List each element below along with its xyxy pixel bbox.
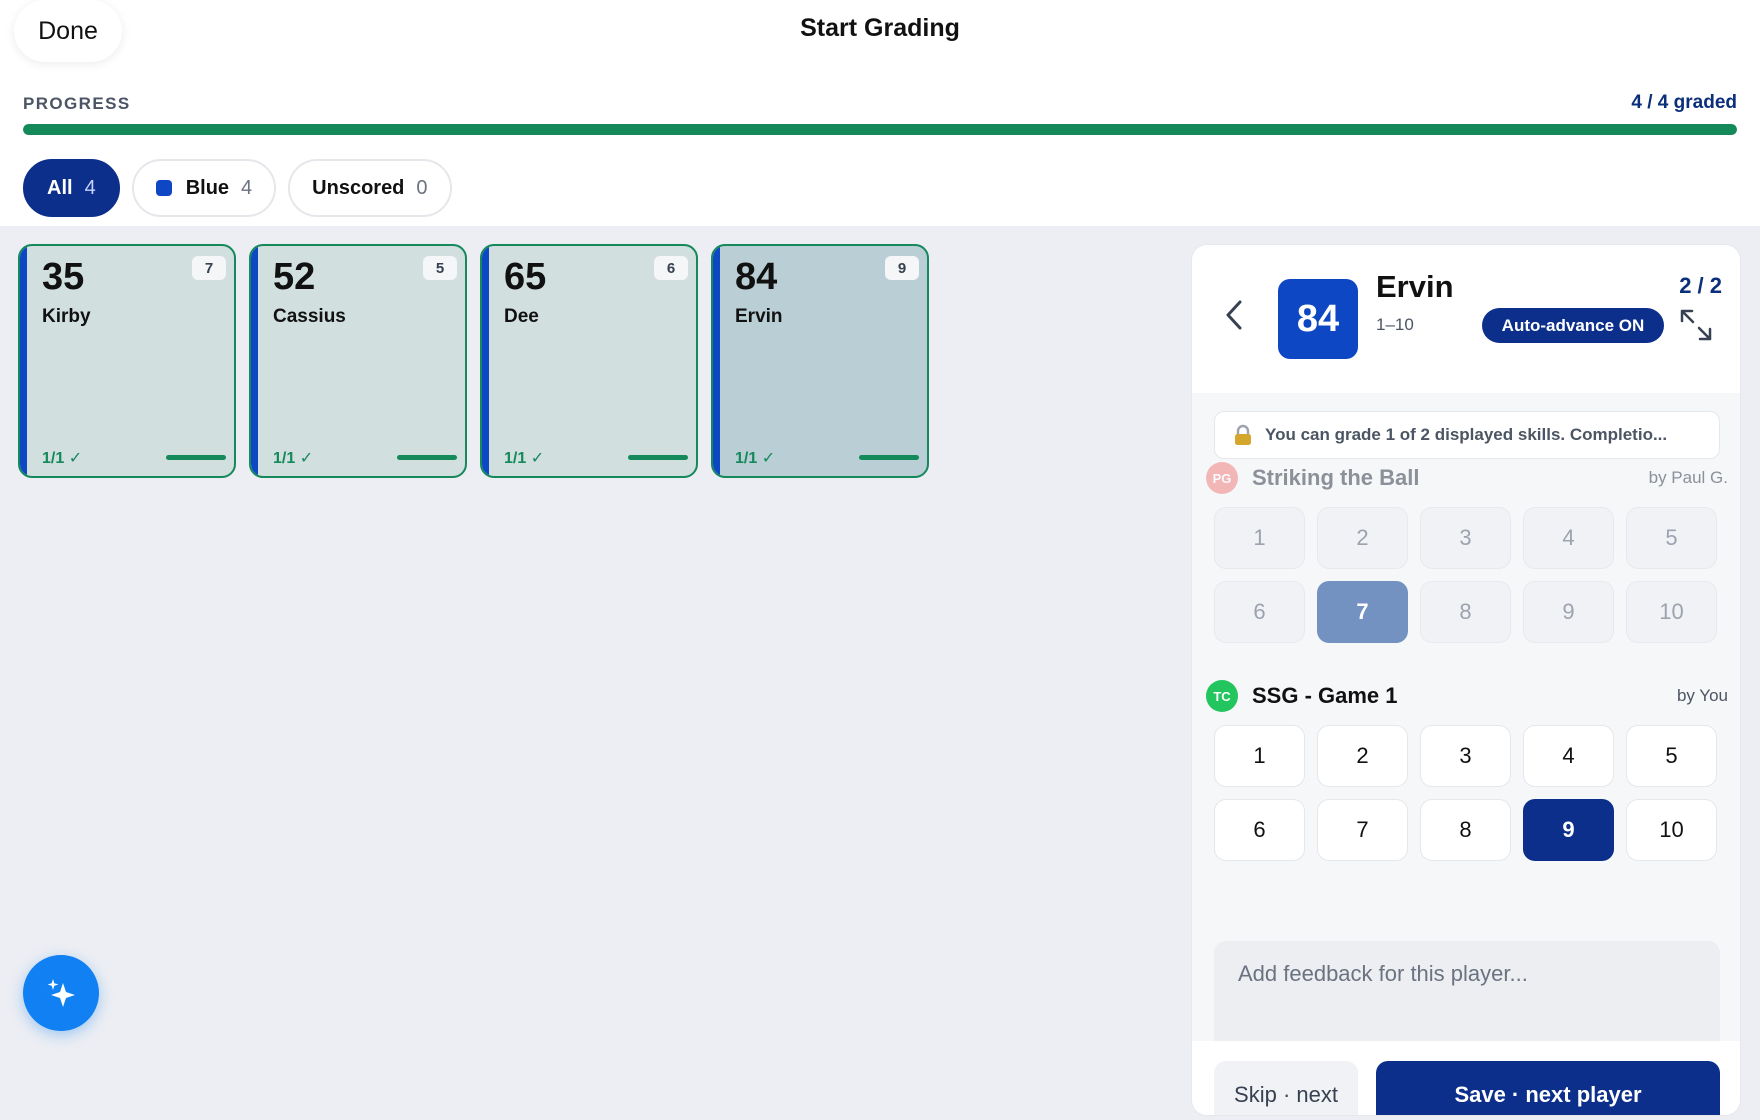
- score-button-1[interactable]: 1: [1214, 725, 1305, 787]
- score-button-2: 2: [1317, 507, 1408, 569]
- filter-all-chip[interactable]: All 4: [23, 159, 120, 217]
- skill-header-ssg: TC SSG - Game 1 by You: [1206, 679, 1728, 713]
- player-card-65[interactable]: 65 Dee 6 1/1 ✓: [480, 244, 698, 478]
- score-button-6: 6: [1214, 581, 1305, 643]
- score-badge: 6: [654, 256, 688, 280]
- score-button-8[interactable]: 8: [1420, 799, 1511, 861]
- score-badge: 5: [423, 256, 457, 280]
- expand-icon: [1680, 309, 1712, 341]
- score-badge: 9: [885, 256, 919, 280]
- score-button-5[interactable]: 5: [1626, 725, 1717, 787]
- avatar: TC: [1206, 680, 1238, 712]
- skip-button[interactable]: Skip · next: [1214, 1061, 1358, 1115]
- score-button-2[interactable]: 2: [1317, 725, 1408, 787]
- score-button-6[interactable]: 6: [1214, 799, 1305, 861]
- player-name: Cassius: [273, 306, 346, 327]
- score-button-4: 4: [1523, 507, 1614, 569]
- team-color-bar: [482, 246, 489, 476]
- score-button-3[interactable]: 3: [1420, 725, 1511, 787]
- player-name: Kirby: [42, 306, 91, 327]
- main-area: 35 Kirby 7 1/1 ✓ 52 Cassius 5 1/1 ✓ 65 D…: [0, 226, 1760, 1120]
- player-number: 35: [42, 256, 85, 298]
- notice-text: You can grade 1 of 2 displayed skills. C…: [1265, 425, 1668, 444]
- filter-blue-label: Blue: [185, 176, 230, 199]
- graded-bar: [628, 455, 688, 460]
- header: Done Start Grading PROGRESS 4 / 4 graded…: [0, 0, 1760, 226]
- filter-unscored-label: Unscored: [312, 176, 405, 199]
- player-number: 52: [273, 256, 316, 298]
- player-position: 2 / 2: [1679, 273, 1722, 298]
- filter-chips: All 4 Blue 4 Unscored 0: [23, 159, 452, 217]
- score-range: 1–10: [1376, 315, 1414, 334]
- graded-bar: [859, 455, 919, 460]
- score-button-5: 5: [1626, 507, 1717, 569]
- progress-bar-fill: [23, 124, 1737, 135]
- graded-bar: [166, 455, 226, 460]
- team-color-bar: [20, 246, 27, 476]
- grading-panel: 84 Ervin 1–10 2 / 2 Auto-advance ON You …: [1191, 244, 1741, 1116]
- save-next-button[interactable]: Save · next player: [1376, 1061, 1720, 1115]
- filter-blue-chip[interactable]: Blue 4: [131, 159, 277, 217]
- panel-footer: Skip · next Save · next player: [1192, 1041, 1740, 1115]
- skill-author: by Paul G.: [1648, 468, 1728, 487]
- graded-status: 1/1 ✓: [735, 450, 776, 467]
- player-card-84[interactable]: 84 Ervin 9 1/1 ✓: [711, 244, 929, 478]
- player-number-badge: 84: [1278, 279, 1358, 359]
- progress-label: PROGRESS: [23, 94, 131, 113]
- score-button-7: 7: [1317, 581, 1408, 643]
- score-button-4[interactable]: 4: [1523, 725, 1614, 787]
- score-button-10[interactable]: 10: [1626, 799, 1717, 861]
- page-title: Start Grading: [800, 14, 960, 42]
- auto-advance-toggle[interactable]: Auto-advance ON: [1482, 308, 1664, 343]
- expand-button[interactable]: [1678, 307, 1714, 343]
- player-number: 65: [504, 256, 547, 298]
- player-name: Ervin: [735, 306, 783, 327]
- ai-assist-button[interactable]: [23, 955, 99, 1031]
- team-color-bar: [713, 246, 720, 476]
- progress-bar: [23, 124, 1737, 135]
- sparkle-icon: [47, 979, 75, 1007]
- progress-count: 4 / 4 graded: [1631, 92, 1737, 113]
- score-button-1: 1: [1214, 507, 1305, 569]
- filter-all-count: 4: [84, 176, 96, 199]
- player-card-35[interactable]: 35 Kirby 7 1/1 ✓: [18, 244, 236, 478]
- graded-bar: [397, 455, 457, 460]
- panel-header: 84 Ervin 1–10 2 / 2 Auto-advance ON: [1192, 245, 1740, 393]
- score-button-3: 3: [1420, 507, 1511, 569]
- graded-status: 1/1 ✓: [42, 450, 83, 467]
- score-button-7[interactable]: 7: [1317, 799, 1408, 861]
- chevron-left-icon: [1226, 300, 1242, 330]
- skill-name: SSG - Game 1: [1252, 683, 1398, 708]
- player-card-52[interactable]: 52 Cassius 5 1/1 ✓: [249, 244, 467, 478]
- player-name: Ervin: [1376, 269, 1454, 304]
- score-button-10: 10: [1626, 581, 1717, 643]
- previous-player-button[interactable]: [1218, 297, 1250, 333]
- score-badge: 7: [192, 256, 226, 280]
- score-button-8: 8: [1420, 581, 1511, 643]
- skill-name: Striking the Ball: [1252, 465, 1420, 490]
- blue-team-swatch: [155, 180, 172, 196]
- filter-blue-count: 4: [241, 176, 253, 199]
- lock-icon: [1235, 424, 1251, 445]
- graded-status: 1/1 ✓: [273, 450, 314, 467]
- score-grid-ssg: 1 2 3 4 5 6 7 8 9 10: [1214, 725, 1720, 861]
- team-color-bar: [251, 246, 258, 476]
- grading-notice: You can grade 1 of 2 displayed skills. C…: [1214, 411, 1720, 459]
- skill-author: by You: [1676, 686, 1728, 705]
- score-button-9: 9: [1523, 581, 1614, 643]
- filter-unscored-chip[interactable]: Unscored 0: [288, 159, 452, 217]
- skill-header-striking: PG Striking the Ball by Paul G.: [1206, 461, 1728, 495]
- filter-all-label: All: [47, 176, 73, 199]
- graded-status: 1/1 ✓: [504, 450, 545, 467]
- score-grid-striking: 1 2 3 4 5 6 7 8 9 10: [1214, 507, 1720, 643]
- score-button-9[interactable]: 9: [1523, 799, 1614, 861]
- avatar: PG: [1206, 462, 1238, 494]
- filter-unscored-count: 0: [416, 176, 428, 199]
- player-name: Dee: [504, 306, 539, 327]
- player-number: 84: [735, 256, 778, 298]
